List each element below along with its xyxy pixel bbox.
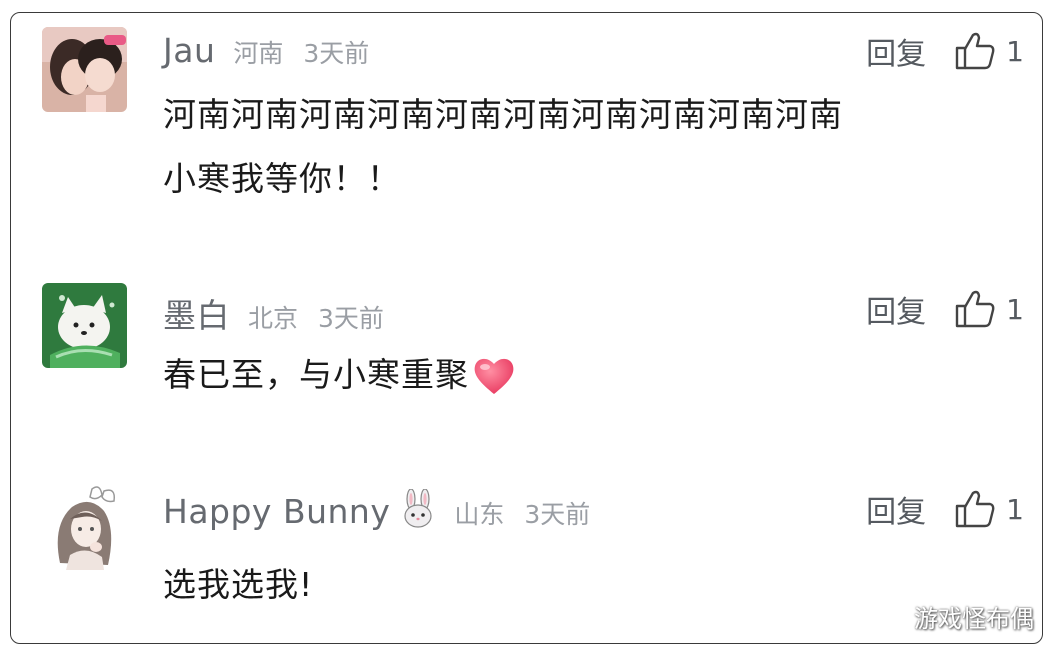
like-button[interactable]: 1 [954, 488, 1024, 530]
reply-button[interactable]: 回复 [866, 487, 926, 531]
comment-text-line: 河南河南河南河南河南河南河南河南河南河南 [163, 95, 843, 134]
white-dog-avatar-icon [42, 283, 127, 368]
timestamp: 3天前 [524, 500, 591, 529]
like-count: 1 [1006, 34, 1024, 68]
timestamp: 3天前 [303, 39, 370, 68]
comment-text-line: 小寒我等你！！ [163, 159, 401, 198]
user-avatar[interactable] [42, 485, 127, 570]
watermark: 游戏怪布偶 [914, 605, 1034, 633]
thumbs-up-icon [955, 32, 995, 70]
couple-photo-avatar-icon [42, 27, 127, 112]
thumbs-up-icon [955, 290, 995, 328]
user-avatar[interactable] [42, 27, 127, 112]
user-avatar[interactable] [42, 283, 127, 368]
thumbs-up-icon [955, 490, 995, 528]
region-label: 山东 [454, 500, 505, 529]
comment-text-line: 选我选我! [163, 565, 314, 604]
comment-text: 春已至，与小寒重聚 [163, 355, 469, 394]
like-count: 1 [1006, 492, 1024, 526]
like-button[interactable]: 1 [954, 288, 1024, 330]
username[interactable]: Jau [163, 31, 215, 70]
comment-text-line: 春已至，与小寒重聚 [163, 343, 517, 407]
like-button[interactable]: 1 [954, 30, 1024, 72]
username[interactable]: Happy Bunny [163, 492, 390, 531]
like-count: 1 [1006, 292, 1024, 326]
comment-list: Jau 河南 3天前 回复 1 河南河南河南河南河南河南河南河南河南河南 小寒我… [10, 12, 1043, 644]
region-label: 河南 [233, 39, 284, 68]
reply-button[interactable]: 回复 [866, 287, 926, 331]
username[interactable]: 墨白 [163, 289, 230, 337]
timestamp: 3天前 [318, 304, 384, 333]
rabbit-emoji-icon [400, 488, 436, 531]
region-label: 北京 [248, 304, 299, 333]
anime-girl-avatar-icon [42, 485, 127, 570]
reply-button[interactable]: 回复 [866, 29, 926, 73]
heart-emoji-icon [474, 358, 514, 394]
